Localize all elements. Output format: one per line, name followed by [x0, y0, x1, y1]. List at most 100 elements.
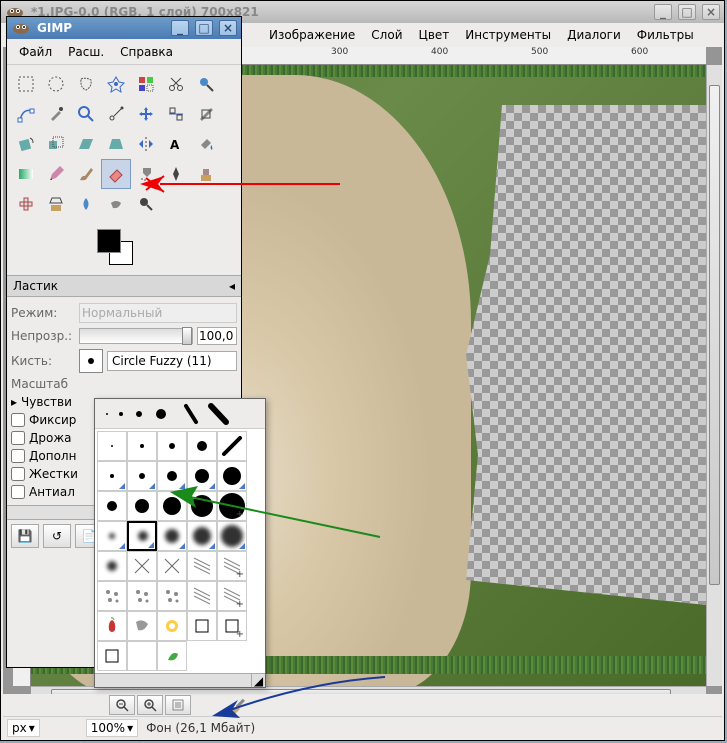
tool-airbrush[interactable]	[131, 159, 161, 189]
close-button[interactable]: ×	[702, 4, 720, 20]
brush-cell[interactable]	[127, 641, 157, 671]
brush-cell[interactable]	[127, 551, 157, 581]
brush-indicator[interactable]	[225, 695, 251, 715]
brush-resize-handle[interactable]: ◢	[251, 674, 265, 687]
zoom-out-button[interactable]	[109, 695, 135, 715]
tool-zoom[interactable]	[71, 99, 101, 129]
minimize-button[interactable]: _	[654, 4, 672, 20]
brush-cell[interactable]	[217, 431, 247, 461]
brush-cell[interactable]	[157, 551, 187, 581]
tool-color-picker[interactable]	[41, 99, 71, 129]
brush-cell[interactable]: +	[217, 581, 247, 611]
tool-perspective-clone[interactable]	[41, 189, 71, 219]
brush-cell[interactable]: +	[217, 491, 247, 521]
close-button[interactable]: ×	[219, 20, 237, 36]
toolbox-titlebar[interactable]: GIMP _ □ ×	[7, 17, 241, 39]
menu-tools[interactable]: Инструменты	[457, 24, 559, 46]
check-lock[interactable]	[11, 413, 25, 427]
maximize-button[interactable]: □	[678, 4, 696, 20]
scrollbar-vertical[interactable]	[706, 65, 722, 686]
tool-perspective[interactable]	[101, 129, 131, 159]
opacity-slider[interactable]	[79, 328, 193, 344]
brush-cell[interactable]	[157, 641, 187, 671]
brush-size-strip[interactable]	[95, 399, 265, 429]
tool-pencil[interactable]	[41, 159, 71, 189]
brush-cell[interactable]	[157, 521, 187, 551]
brush-cell[interactable]	[127, 581, 157, 611]
menu-layer[interactable]: Слой	[363, 24, 410, 46]
menu-image[interactable]: Изображение	[261, 24, 363, 46]
tool-fuzzy-select[interactable]	[101, 69, 131, 99]
brush-cell[interactable]	[97, 491, 127, 521]
tool-by-color-select[interactable]	[131, 69, 161, 99]
tool-shear[interactable]	[71, 129, 101, 159]
save-options-button[interactable]: 💾	[11, 524, 39, 548]
brush-cell[interactable]	[127, 431, 157, 461]
brush-cell[interactable]	[187, 491, 217, 521]
tool-rotate[interactable]	[11, 129, 41, 159]
tool-dodge[interactable]	[131, 189, 161, 219]
tool-text[interactable]: A	[161, 129, 191, 159]
brush-scrollbar[interactable]	[95, 674, 251, 687]
tool-clone[interactable]	[191, 159, 221, 189]
tool-blur[interactable]	[71, 189, 101, 219]
tool-paths[interactable]	[11, 99, 41, 129]
zoom-in-button[interactable]	[137, 695, 163, 715]
brush-cell[interactable]	[187, 521, 217, 551]
tool-flip[interactable]	[131, 129, 161, 159]
brush-cell[interactable]	[127, 491, 157, 521]
brush-cell[interactable]	[97, 641, 127, 671]
brush-cell[interactable]	[157, 431, 187, 461]
tool-scale[interactable]	[41, 129, 71, 159]
brush-cell[interactable]	[187, 551, 217, 581]
mode-dropdown[interactable]: Нормальный	[79, 303, 237, 323]
opacity-input[interactable]	[197, 327, 237, 345]
collapse-icon[interactable]: ◂	[229, 279, 235, 293]
brush-cell[interactable]	[97, 431, 127, 461]
brush-cell[interactable]	[187, 461, 217, 491]
tool-ink[interactable]	[161, 159, 191, 189]
brush-cell[interactable]	[157, 611, 187, 641]
menu-ext[interactable]: Расш.	[60, 41, 112, 63]
tool-rect-select[interactable]	[11, 69, 41, 99]
tool-blend[interactable]	[11, 159, 41, 189]
brush-cell[interactable]	[217, 521, 247, 551]
brush-cell[interactable]	[157, 581, 187, 611]
menu-filters[interactable]: Фильтры	[629, 24, 702, 46]
brush-cell[interactable]: +	[217, 551, 247, 581]
brush-cell[interactable]	[217, 461, 247, 491]
unit-selector[interactable]: px ▾	[7, 719, 40, 737]
zoom-selector[interactable]: 100% ▾	[86, 719, 138, 737]
tool-free-select[interactable]	[71, 69, 101, 99]
brush-cell[interactable]	[127, 521, 157, 551]
tool-eraser[interactable]	[101, 159, 131, 189]
brush-cell[interactable]	[97, 461, 127, 491]
brush-name[interactable]: Circle Fuzzy (11)	[107, 351, 237, 371]
check-antialias[interactable]	[11, 485, 25, 499]
tool-ellipse-select[interactable]	[41, 69, 71, 99]
reset-options-button[interactable]: ↺	[43, 524, 71, 548]
brush-cell[interactable]	[157, 461, 187, 491]
tool-smudge[interactable]	[101, 189, 131, 219]
brush-cell[interactable]	[97, 551, 127, 581]
menu-color[interactable]: Цвет	[411, 24, 458, 46]
brush-cell[interactable]	[97, 581, 127, 611]
tool-foreground-select[interactable]	[191, 69, 221, 99]
tool-heal[interactable]	[11, 189, 41, 219]
check-extra[interactable]	[11, 449, 25, 463]
brush-cell[interactable]	[97, 521, 127, 551]
brush-cell[interactable]	[157, 491, 187, 521]
menu-dialogs[interactable]: Диалоги	[559, 24, 629, 46]
brush-preview[interactable]	[79, 349, 103, 373]
brush-cell[interactable]	[127, 461, 157, 491]
tool-paintbrush[interactable]	[71, 159, 101, 189]
tool-measure[interactable]	[101, 99, 131, 129]
tool-move[interactable]	[131, 99, 161, 129]
fit-button[interactable]	[165, 695, 191, 715]
check-hard[interactable]	[11, 467, 25, 481]
maximize-button[interactable]: □	[195, 20, 213, 36]
tool-bucket-fill[interactable]	[191, 129, 221, 159]
brush-cell[interactable]: +	[217, 611, 247, 641]
menu-file[interactable]: Файл	[11, 41, 60, 63]
brush-cell[interactable]	[127, 611, 157, 641]
